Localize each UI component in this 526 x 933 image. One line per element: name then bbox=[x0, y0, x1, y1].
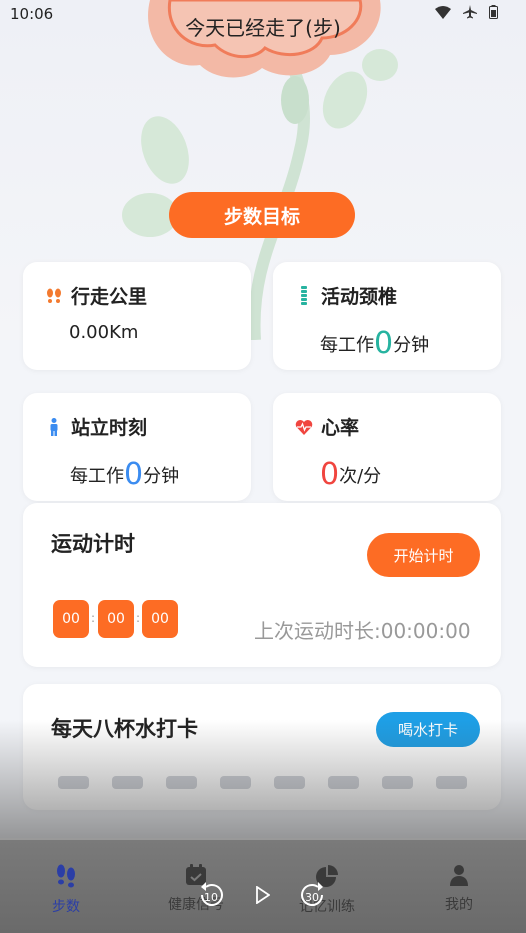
start-timer-button[interactable]: 开始计时 bbox=[367, 533, 480, 577]
neck-prefix: 每工作 bbox=[320, 335, 374, 356]
play-icon bbox=[256, 886, 270, 904]
timer-hours: 00 bbox=[53, 600, 89, 638]
tab-mine-label: 我的 bbox=[445, 897, 473, 913]
stand-card[interactable]: 站立时刻 每工作0分钟 bbox=[23, 393, 251, 501]
timer-seconds: 00 bbox=[142, 600, 178, 638]
stand-suffix: 分钟 bbox=[143, 466, 180, 487]
timer-colon: : bbox=[91, 611, 96, 625]
neck-value: 每工作0分钟 bbox=[320, 326, 429, 361]
heart-pulse-icon bbox=[293, 419, 315, 435]
spine-icon bbox=[293, 285, 315, 306]
neck-number: 0 bbox=[374, 326, 394, 361]
neck-title-text: 活动颈椎 bbox=[321, 286, 398, 308]
stand-card-title: 站立时刻 bbox=[43, 413, 147, 440]
neck-suffix: 分钟 bbox=[393, 335, 430, 356]
standing-person-icon bbox=[43, 417, 65, 436]
distance-card-title: 行走公里 bbox=[43, 282, 147, 309]
step-goal-button[interactable]: 步数目标 bbox=[169, 192, 355, 238]
tab-health-signal[interactable]: 健康信号 bbox=[146, 864, 246, 914]
stand-title-text: 站立时刻 bbox=[71, 417, 148, 439]
distance-card[interactable]: 行走公里 0.00Km bbox=[23, 262, 251, 370]
heart-rate-card[interactable]: 心率 0次/分 bbox=[273, 393, 501, 501]
heart-card-title: 心率 bbox=[293, 413, 359, 440]
last-exercise-duration: 上次运动时长:00:00:00 bbox=[254, 619, 471, 643]
footprints-icon bbox=[43, 288, 65, 304]
timer-minutes: 00 bbox=[98, 600, 134, 638]
steps-title: 今天已经走了(步) bbox=[185, 16, 341, 40]
forward-seconds: 30 bbox=[305, 891, 319, 904]
tab-steps[interactable]: 步数 bbox=[16, 864, 116, 916]
tab-memory-training[interactable]: 记忆训练 bbox=[277, 864, 377, 916]
heart-title-text: 心率 bbox=[321, 417, 360, 439]
distance-value: 0.00Km bbox=[69, 322, 139, 343]
person-icon bbox=[450, 865, 468, 886]
play-button[interactable] bbox=[252, 880, 274, 910]
stand-number: 0 bbox=[124, 457, 144, 492]
heart-value: 0次/分 bbox=[320, 457, 381, 492]
heart-unit: 次/分 bbox=[339, 466, 382, 487]
footprints-icon bbox=[57, 864, 75, 888]
heart-number: 0 bbox=[320, 457, 340, 492]
neck-card-title: 活动颈椎 bbox=[293, 282, 397, 309]
timer-colon: : bbox=[136, 611, 141, 625]
exercise-timer-title: 运动计时 bbox=[51, 532, 135, 556]
tab-mine[interactable]: 我的 bbox=[409, 864, 509, 914]
stand-value: 每工作0分钟 bbox=[70, 457, 179, 492]
tab-steps-label: 步数 bbox=[52, 899, 80, 915]
bottom-fade-overlay bbox=[0, 720, 526, 840]
stand-prefix: 每工作 bbox=[70, 466, 124, 487]
neck-card[interactable]: 活动颈椎 每工作0分钟 bbox=[273, 262, 501, 370]
distance-title-text: 行走公里 bbox=[71, 286, 148, 308]
rewind-seconds: 10 bbox=[204, 891, 218, 904]
